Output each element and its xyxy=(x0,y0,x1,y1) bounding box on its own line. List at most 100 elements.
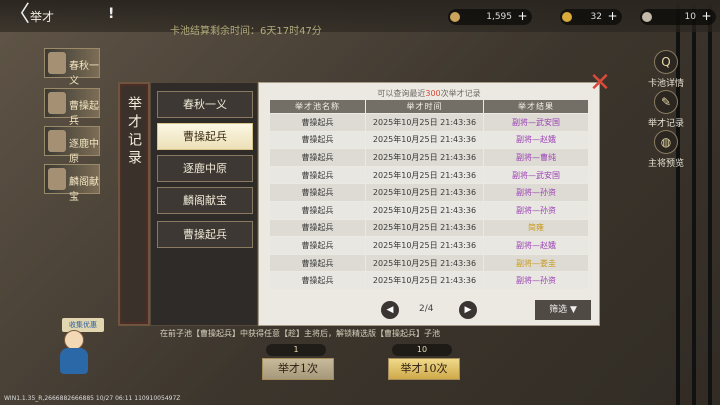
tab-pool-5[interactable]: 曹操起兵 xyxy=(157,221,253,248)
unlock-ticker: 在前子池【曹操起兵】中获得任意【趁】主将后，解锁精选版【曹操起兵】子池 xyxy=(160,329,440,338)
general-preview-button[interactable]: ◍ 主将预览 xyxy=(642,130,690,169)
filter-button[interactable]: 筛选 ▼ xyxy=(535,300,591,320)
funnel-icon: ▼ xyxy=(569,305,577,315)
table-row: 曹操起兵 2025年10月25日 21:43:36 副将—武安国 xyxy=(269,113,589,132)
time-cell: 2025年10月25日 21:43:36 xyxy=(365,148,484,167)
records-table: 举才池名称 举才时间 举才结果 曹操起兵 2025年10月25日 21:43:36… xyxy=(269,99,589,290)
cost-ten: 10 xyxy=(392,344,452,356)
hint-text: 可以查询最近 xyxy=(377,89,426,98)
table-row: 曹操起兵 2025年10月25日 21:43:36 副将—曹纯 xyxy=(269,148,589,167)
pool-cell: 曹操起兵 xyxy=(269,200,366,220)
pool-cell: 曹操起兵 xyxy=(269,271,366,290)
back-button[interactable]: 〈 xyxy=(8,4,30,26)
portrait-icon xyxy=(48,168,66,190)
pool-cell: 曹操起兵 xyxy=(269,253,366,273)
portrait-icon xyxy=(48,92,66,114)
gold-icon xyxy=(562,12,572,22)
column-header: 举才时间 xyxy=(365,99,484,114)
result-cell: 简雍 xyxy=(483,218,589,238)
pool-card-4[interactable]: 麟阁献宝 xyxy=(44,164,100,203)
table-row: 曹操起兵 2025年10月25日 21:43:36 副将—孙资 xyxy=(269,183,589,202)
add-resource-button[interactable]: + xyxy=(700,10,713,23)
tab-pool-1[interactable]: 春秋一义 xyxy=(157,91,253,118)
page-title: 举才 xyxy=(30,10,55,24)
query-hint: 可以查询最近300次举才记录 xyxy=(259,88,599,99)
portrait-icon xyxy=(48,130,66,152)
time-cell: 2025年10月25日 21:43:36 xyxy=(365,253,484,273)
pool-cell: 曹操起兵 xyxy=(269,148,366,167)
jade-icon xyxy=(450,12,460,22)
resource-value: 1,595 xyxy=(486,12,512,22)
hint-text: 次举才记录 xyxy=(440,89,481,98)
side-label: 举才记录 xyxy=(647,119,684,129)
mascot-character xyxy=(56,330,90,374)
table-row: 曹操起兵 2025年10月25日 21:43:36 副将—武安国 xyxy=(269,165,589,185)
pool-cell: 曹操起兵 xyxy=(269,236,366,255)
pool-cell: 曹操起兵 xyxy=(269,165,366,185)
result-cell: 副将—娄圭 xyxy=(483,253,589,273)
filter-label: 筛选 xyxy=(549,305,568,315)
resource-value: 32 xyxy=(590,12,602,22)
time-cell: 2025年10月25日 21:43:36 xyxy=(365,218,484,238)
hint-number: 300 xyxy=(425,89,441,98)
decor-stripe xyxy=(708,0,712,405)
result-cell: 副将—赵娥 xyxy=(483,130,589,150)
decor-stripe xyxy=(692,0,696,405)
pool-card-2[interactable]: 曹操起兵 xyxy=(44,88,100,127)
ticket-icon xyxy=(642,12,652,22)
side-label: 主将预览 xyxy=(647,159,684,169)
pool-details-button[interactable]: Q 卡池详情 xyxy=(642,50,690,89)
top-bar: 〈 举才 ! 1,595 + 32 + 10 + xyxy=(0,0,720,32)
time-cell: 2025年10月25日 21:43:36 xyxy=(365,165,484,185)
close-icon[interactable]: ✕ xyxy=(588,70,612,96)
pool-card-3[interactable]: 逐鹿中原 xyxy=(44,126,100,165)
result-cell: 副将—孙资 xyxy=(483,200,589,220)
preview-icon: ◍ xyxy=(654,130,678,154)
resource-ticket: 10 + xyxy=(640,9,716,25)
add-resource-button[interactable]: + xyxy=(606,10,619,23)
page-indicator: 2/4 xyxy=(419,304,434,314)
time-cell: 2025年10月25日 21:43:36 xyxy=(365,183,484,202)
magnifier-icon: Q xyxy=(654,50,678,74)
warning-icon[interactable]: ! xyxy=(108,6,114,22)
time-cell: 2025年10月25日 21:43:36 xyxy=(365,130,484,150)
pool-cell: 曹操起兵 xyxy=(269,113,366,132)
pool-cell: 曹操起兵 xyxy=(269,130,366,150)
resource-gold: 32 + xyxy=(560,9,622,25)
record-icon: ✎ xyxy=(654,90,678,114)
result-cell: 副将—孙资 xyxy=(483,183,589,202)
draw-ten-button[interactable]: 举才10次 xyxy=(388,358,460,380)
table-row: 曹操起兵 2025年10月25日 21:43:36 副将—赵娥 xyxy=(269,236,589,255)
cost-single: 1 xyxy=(266,344,326,356)
draw-once-button[interactable]: 举才1次 xyxy=(262,358,334,380)
time-cell: 2025年10月25日 21:43:36 xyxy=(365,236,484,255)
table-row: 曹操起兵 2025年10月25日 21:43:36 副将—孙资 xyxy=(269,200,589,220)
column-header: 举才结果 xyxy=(483,99,589,114)
tab-pool-3[interactable]: 逐鹿中原 xyxy=(157,155,253,182)
previous-page-button[interactable]: ◀ xyxy=(381,301,399,319)
side-label: 卡池详情 xyxy=(647,79,684,89)
pool-cell: 曹操起兵 xyxy=(269,183,366,202)
resource-jade: 1,595 + xyxy=(448,9,532,25)
column-header: 举才池名称 xyxy=(269,99,366,114)
result-cell: 副将—武安国 xyxy=(483,165,589,185)
result-cell: 副将—武安国 xyxy=(483,113,589,132)
table-row: 曹操起兵 2025年10月25日 21:43:36 副将—娄圭 xyxy=(269,253,589,273)
time-cell: 2025年10月25日 21:43:36 xyxy=(365,200,484,220)
next-page-button[interactable]: ▶ xyxy=(459,301,477,319)
records-panel: 可以查询最近300次举才记录 举才池名称 举才时间 举才结果 曹操起兵 2025年… xyxy=(258,82,600,326)
time-cell: 2025年10月25日 21:43:36 xyxy=(365,113,484,132)
table-row: 曹操起兵 2025年10月25日 21:43:36 副将—赵娥 xyxy=(269,130,589,150)
table-row: 曹操起兵 2025年10月25日 21:43:36 简雍 xyxy=(269,218,589,238)
add-resource-button[interactable]: + xyxy=(516,10,529,23)
records-title-tab: 举才记录 xyxy=(118,82,150,326)
result-cell: 副将—孙资 xyxy=(483,271,589,290)
records-button[interactable]: ✎ 举才记录 xyxy=(642,90,690,129)
tab-pool-2[interactable]: 曹操起兵 xyxy=(157,123,253,150)
records-title: 举才记录 xyxy=(126,96,142,168)
time-cell: 2025年10月25日 21:43:36 xyxy=(365,271,484,290)
pool-card-1[interactable]: 春秋一义 xyxy=(44,48,100,87)
result-cell: 副将—赵娥 xyxy=(483,236,589,255)
tab-pool-4[interactable]: 麟阁献宝 xyxy=(157,187,253,214)
build-info: WIN1.1.35_R,2666882666885 10/27 06:11 11… xyxy=(4,395,181,402)
